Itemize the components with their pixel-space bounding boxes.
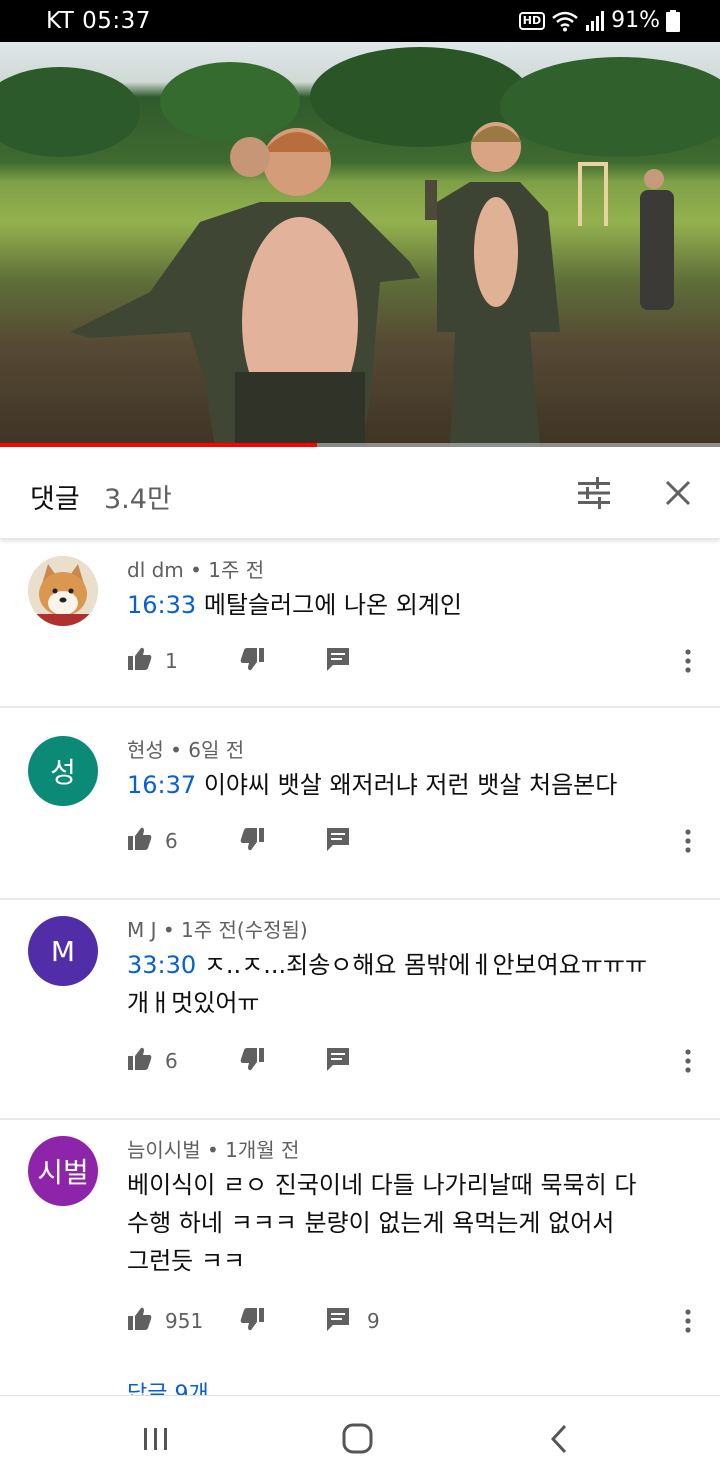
- reply-button[interactable]: 9: [325, 1306, 380, 1336]
- avatar[interactable]: 시벌: [28, 1136, 98, 1206]
- dislike-button[interactable]: [239, 826, 265, 856]
- status-time: KT 05:37: [46, 8, 151, 34]
- comment-text-line: 16:37 이야씨 뱃살 왜저러냐 저런 뱃살 처음본다: [127, 766, 687, 804]
- status-bar: KT 05:37 HD 91%: [0, 0, 720, 42]
- hd-icon: HD: [518, 11, 546, 30]
- avatar[interactable]: M: [28, 916, 98, 986]
- thumbs-down-icon: [239, 1308, 265, 1336]
- like-count: 6: [165, 1049, 178, 1073]
- battery-percent: 91%: [611, 8, 660, 33]
- comments-count: 3.4만: [104, 484, 172, 515]
- comment-actions: 6: [127, 826, 349, 856]
- reply-button[interactable]: [325, 826, 351, 856]
- reply-button[interactable]: [325, 646, 351, 676]
- dislike-button[interactable]: [239, 646, 265, 676]
- comments-header: 댓글 3.4만: [0, 447, 720, 539]
- view-replies-link[interactable]: 답글 9개: [127, 1376, 209, 1395]
- dislike-button[interactable]: [239, 1306, 265, 1336]
- like-count: 1: [165, 649, 178, 673]
- comment-text: 메탈슬러그에 나온 외계인: [203, 591, 462, 619]
- video-frame: [0, 47, 720, 447]
- signal-icon: [586, 10, 605, 31]
- comment-meta: dl dm • 1주 전: [127, 558, 265, 582]
- more-options-icon[interactable]: [678, 826, 698, 856]
- comment-actions: 6: [127, 1046, 349, 1076]
- status-icons: HD 91%: [518, 8, 680, 33]
- comment-text-line: 33:30 ㅈ..ㅈ...죄송ㅇ해요 몸밖에ㅔ안보여요ㅠㅠㅠ: [127, 946, 687, 984]
- avatar-letter: 시벌: [37, 1156, 89, 1189]
- comment-actions: 1: [127, 646, 349, 676]
- reply-icon: [325, 826, 351, 856]
- recent-apps-icon[interactable]: [136, 1422, 176, 1456]
- reply-icon: [325, 1046, 351, 1076]
- reply-icon: [325, 1306, 351, 1336]
- close-icon[interactable]: [660, 475, 696, 511]
- comments-title: 댓글: [30, 484, 80, 515]
- comment-text-line: 베이식이 ㄹㅇ 진국이네 다들 나가리날때 묵묵히 다: [127, 1166, 687, 1204]
- comment-text: 개ㅐ멋있어ㅠ: [127, 989, 260, 1017]
- comment-item: M M J • 1주 전(수정됨) 33:30 ㅈ..ㅈ...죄송ㅇ해요 몸밖에ㅔ안…: [0, 900, 720, 1120]
- like-button[interactable]: 6: [127, 826, 178, 856]
- battery-icon: [666, 9, 680, 32]
- avatar-letter: 성: [50, 756, 76, 789]
- dislike-button[interactable]: [239, 1046, 265, 1076]
- avatar[interactable]: [28, 556, 98, 626]
- thumbs-up-icon: [127, 646, 153, 676]
- more-options-icon[interactable]: [678, 1306, 698, 1336]
- video-player[interactable]: [0, 42, 720, 447]
- comment-text: 베이식이 ㄹㅇ 진국이네 다들 나가리날때 묵묵히 다: [127, 1171, 637, 1199]
- comment-timestamp-link[interactable]: 33:30: [127, 951, 196, 979]
- comment-text-line: 그런듯 ㅋㅋ: [127, 1242, 687, 1280]
- more-options-icon[interactable]: [678, 646, 698, 676]
- home-icon[interactable]: [338, 1422, 378, 1456]
- comment-text-line: 수행 하네 ㅋㅋㅋ 분량이 없는게 욕먹는게 없어서: [127, 1204, 687, 1242]
- comment-meta: 현성 • 6일 전: [127, 738, 245, 762]
- like-button[interactable]: 951: [127, 1306, 203, 1336]
- thumbs-up-icon: [127, 1306, 153, 1336]
- comments-list: dl dm • 1주 전 16:33 메탈슬러그에 나온 외계인 1 성 현성 • 6일…: [0, 540, 720, 1395]
- thumbs-down-icon: [239, 648, 265, 676]
- back-icon[interactable]: [540, 1422, 580, 1456]
- more-options-icon[interactable]: [678, 1046, 698, 1076]
- reply-count: 9: [367, 1309, 380, 1333]
- comment-item: 시벌 늠이시벌 • 1개월 전베이식이 ㄹㅇ 진국이네 다들 나가리날때 묵묵히 …: [0, 1120, 720, 1395]
- comment-text: 이야씨 뱃살 왜저러냐 저런 뱃살 처음본다: [203, 771, 618, 799]
- system-nav-bar: [0, 1395, 720, 1480]
- thumbs-up-icon: [127, 1046, 153, 1076]
- comment-text-line: 개ㅐ멋있어ㅠ: [127, 984, 687, 1022]
- avatar[interactable]: 성: [28, 736, 98, 806]
- avatar-letter: M: [50, 934, 76, 968]
- comment-meta: 늠이시벌 • 1개월 전: [127, 1138, 300, 1162]
- thumbs-up-icon: [127, 826, 153, 856]
- divider: [0, 706, 720, 708]
- comment-actions: 951 9: [127, 1306, 380, 1336]
- comment-body: 16:37 이야씨 뱃살 왜저러냐 저런 뱃살 처음본다: [127, 766, 687, 804]
- comment-body: 33:30 ㅈ..ㅈ...죄송ㅇ해요 몸밖에ㅔ안보여요ㅠㅠㅠ 개ㅐ멋있어ㅠ: [127, 946, 687, 1022]
- comment-text: 수행 하네 ㅋㅋㅋ 분량이 없는게 욕먹는게 없어서: [127, 1209, 615, 1237]
- sort-icon[interactable]: [574, 473, 614, 513]
- thumbs-down-icon: [239, 1048, 265, 1076]
- thumbs-down-icon: [239, 828, 265, 856]
- wifi-icon: [552, 11, 578, 31]
- comment-text: ㅈ..ㅈ...죄송ㅇ해요 몸밖에ㅔ안보여요ㅠㅠㅠ: [203, 951, 648, 979]
- reply-icon: [325, 646, 351, 676]
- comment-body: 16:33 메탈슬러그에 나온 외계인: [127, 586, 687, 624]
- comment-item: 성 현성 • 6일 전 16:37 이야씨 뱃살 왜저러냐 저런 뱃살 처음본다 6: [0, 720, 720, 900]
- comment-text-line: 16:33 메탈슬러그에 나온 외계인: [127, 586, 687, 624]
- comment-meta: M J • 1주 전(수정됨): [127, 918, 308, 942]
- like-button[interactable]: 1: [127, 646, 178, 676]
- comment-timestamp-link[interactable]: 16:37: [127, 771, 196, 799]
- like-count: 6: [165, 829, 178, 853]
- like-count: 951: [165, 1309, 204, 1333]
- comment-body: 베이식이 ㄹㅇ 진국이네 다들 나가리날때 묵묵히 다수행 하네 ㅋㅋㅋ 분량이…: [127, 1166, 687, 1280]
- reply-button[interactable]: [325, 1046, 351, 1076]
- comment-timestamp-link[interactable]: 16:33: [127, 591, 196, 619]
- comment-item: dl dm • 1주 전 16:33 메탈슬러그에 나온 외계인 1: [0, 540, 720, 708]
- comment-text: 그런듯 ㅋㅋ: [127, 1247, 246, 1275]
- like-button[interactable]: 6: [127, 1046, 178, 1076]
